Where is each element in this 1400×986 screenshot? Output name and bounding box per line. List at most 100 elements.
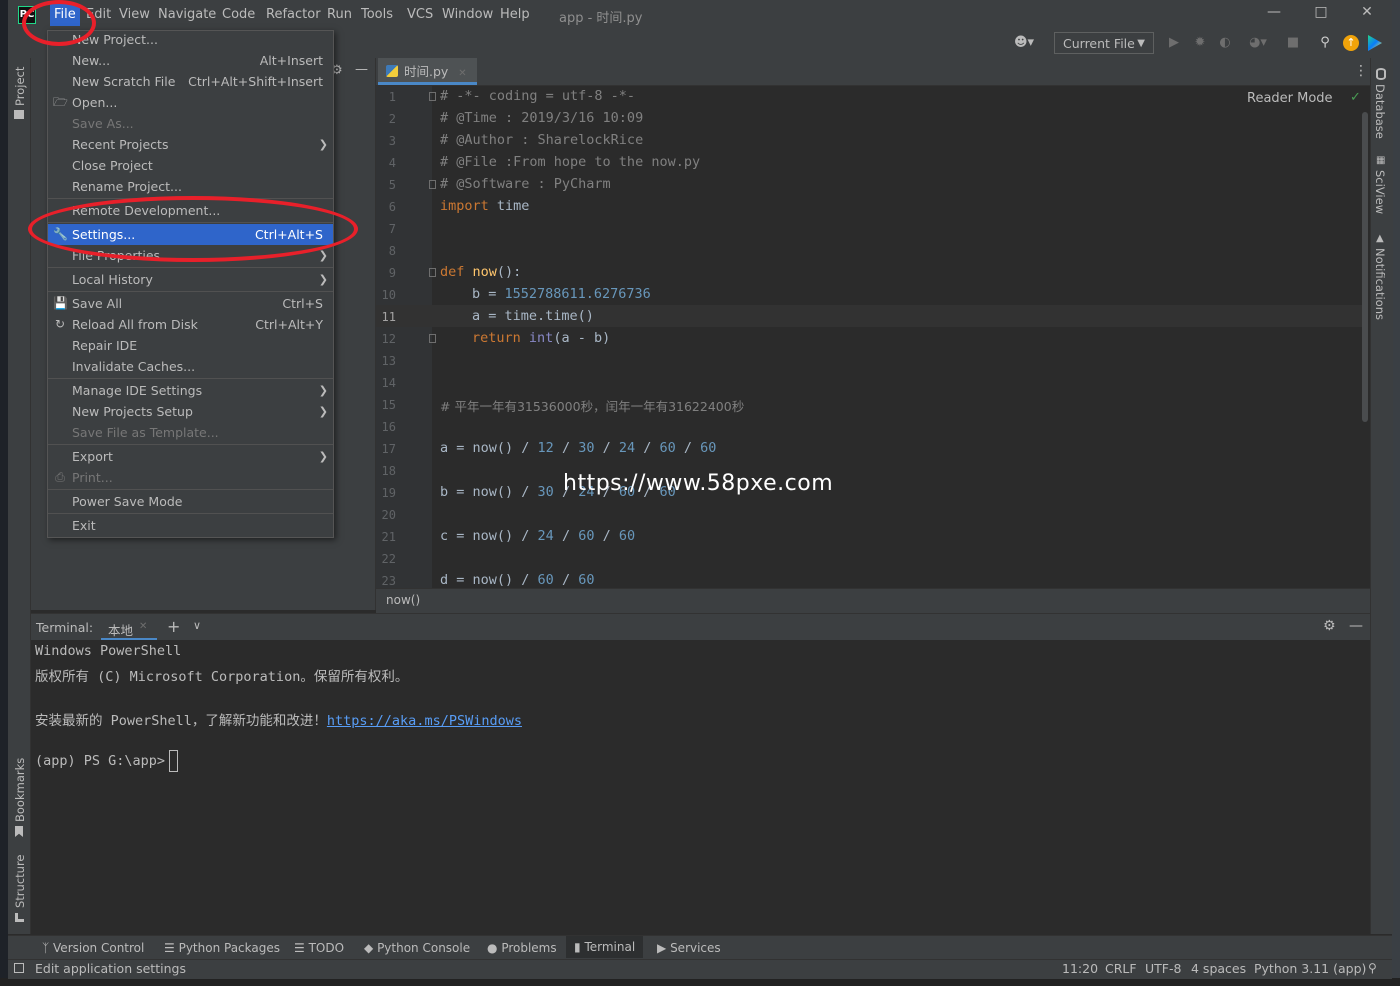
user-account-icon[interactable]: ☻▾ [1012,35,1036,51]
search-icon[interactable]: ⚲ [1317,35,1333,51]
notifications-tool-tab[interactable]: Notifications [1373,248,1387,320]
tab-terminal[interactable]: ▮ Terminal [566,936,644,958]
menu-refactor[interactable]: Refactor [266,7,321,22]
powershell-link[interactable]: https://aka.ms/PSWindows [327,713,522,729]
database-tool-tab[interactable]: Database [1373,84,1387,139]
line-number: 12 [381,332,396,346]
terminal-tab-local[interactable]: 本地 ✕ [101,614,157,641]
menu-window[interactable]: Window [442,7,493,22]
menu-local-history[interactable]: Local History ❯ [48,269,333,290]
close-icon[interactable]: ✕ [1356,4,1378,24]
breadcrumb-bar [376,588,1370,613]
line-number: 21 [381,530,396,544]
breadcrumb[interactable]: now() [386,593,420,607]
line-number: 10 [381,288,396,302]
maximize-icon[interactable]: □ [1310,4,1332,24]
minimize-icon[interactable]: — [1263,4,1285,24]
tab-close-icon[interactable]: ✕ [458,68,466,79]
line-number: 16 [381,420,396,434]
reload-icon: ↻ [54,317,66,331]
menu-manage-ide-settings[interactable]: Manage IDE Settings ❯ [48,380,333,401]
fold-marker-icon[interactable] [429,334,436,343]
menu-save-all[interactable]: 💾 Save All Ctrl+S [48,293,333,314]
terminal-tab-label: 本地 [108,623,134,638]
menu-power-save-mode[interactable]: Power Save Mode [48,491,333,512]
code-line-2: # @Time : 2019/3/16 10:09 [440,110,644,126]
run-configuration-dropdown[interactable]: Current File ▼ [1054,32,1154,54]
status-square-icon[interactable] [14,963,24,973]
python-icon: ◆ [364,941,374,955]
fold-marker-icon[interactable] [429,268,436,277]
new-terminal-icon[interactable]: + [167,617,180,636]
fold-marker-icon[interactable] [429,92,436,101]
menu-save-file-as-template[interactable]: Save File as Template... [48,422,333,443]
structure-tool-tab[interactable]: Structure [13,855,27,909]
menu-help[interactable]: Help [500,7,530,22]
menu-print[interactable]: ⎙ Print... [48,467,333,488]
menu-navigate[interactable]: Navigate [158,7,216,22]
services-icon: ▶ [657,941,667,955]
menu-vcs[interactable]: VCS [407,7,433,22]
reader-mode-toggle[interactable]: Reader Mode [1247,91,1333,106]
line-number: 20 [381,508,396,522]
status-interpreter[interactable]: Python 3.11 (app) [1254,961,1366,976]
line-number: 13 [381,354,396,368]
menu-reload-all[interactable]: ↻ Reload All from Disk Ctrl+Alt+Y [48,314,333,335]
list-icon: ☰ [294,941,305,955]
terminal-gear-icon[interactable]: ⚙ [1323,618,1336,634]
stop-icon[interactable]: ■ [1285,35,1301,51]
debug-icon[interactable]: ✹ [1192,35,1208,51]
code-line-23: d = now() / 60 / 60 [440,572,595,588]
editor-scrollbar[interactable] [1362,112,1368,422]
menu-new[interactable]: New... Alt+Insert [48,50,333,71]
menu-new-scratch-file[interactable]: New Scratch File Ctrl+Alt+Shift+Insert [48,71,333,92]
menu-invalidate-caches[interactable]: Invalidate Caches... [48,356,333,377]
status-line-separator[interactable]: CRLF [1105,961,1137,976]
menu-close-project[interactable]: Close Project [48,155,333,176]
branch-icon: ᛉ [42,941,50,955]
tab-services[interactable]: ▶ Services [657,941,721,955]
menu-save-as[interactable]: Save As... [48,113,333,134]
code-line-4: # @File :From hope to the now.py [440,154,701,170]
status-bar [8,959,1392,979]
line-number: 4 [388,156,396,170]
terminal-hide-icon[interactable]: — [1349,618,1363,634]
tab-todo[interactable]: ☰ TODO [294,941,344,955]
menu-tools[interactable]: Tools [361,7,393,22]
line-number: 9 [388,266,396,280]
run-icon[interactable]: ▶ [1166,35,1182,51]
status-caret-position[interactable]: 11:20 [1062,961,1098,976]
python-file-icon [386,65,398,77]
tab-python-packages[interactable]: ☰ Python Packages [164,941,280,955]
update-icon[interactable]: ↑ [1343,35,1359,51]
menu-run[interactable]: Run [327,7,352,22]
terminal-cursor [169,750,178,772]
menu-open[interactable]: 🗁 Open... [48,92,333,113]
menu-new-projects-setup[interactable]: New Projects Setup ❯ [48,401,333,422]
terminal-tab-close-icon[interactable]: ✕ [139,621,147,632]
tab-problems[interactable]: ● Problems [487,941,557,955]
lock-icon[interactable]: ⚲ [1368,961,1377,975]
fold-marker-icon[interactable] [429,180,436,189]
terminal-dropdown-icon[interactable]: ∨ [193,619,201,632]
editor-menu-icon[interactable]: ⋮ [1354,63,1368,79]
project-hide-icon[interactable]: — [355,62,368,77]
sciview-tool-tab[interactable]: SciView [1373,170,1387,214]
menu-repair-ide[interactable]: Repair IDE [48,335,333,356]
menu-view[interactable]: View [119,7,150,22]
status-indent[interactable]: 4 spaces [1191,961,1246,976]
terminal-line: 版权所有 (C) Microsoft Corporation。保留所有权利。 [35,669,409,685]
menu-code[interactable]: Code [222,7,255,22]
tab-version-control[interactable]: ᛉ Version Control [42,941,144,955]
status-encoding[interactable]: UTF-8 [1145,961,1181,976]
menu-rename-project[interactable]: Rename Project... [48,176,333,197]
menu-exit[interactable]: Exit [48,515,333,536]
profile-icon[interactable]: ◕▾ [1244,35,1272,51]
project-tool-tab[interactable]: Project [13,67,27,106]
tab-python-console[interactable]: ◆ Python Console [364,941,470,955]
editor-tab-file[interactable]: 时间.py ✕ [378,58,477,85]
bookmarks-tool-tab[interactable]: Bookmarks [13,758,27,822]
menu-recent-projects[interactable]: Recent Projects ❯ [48,134,333,155]
menu-export[interactable]: Export ❯ [48,446,333,467]
coverage-icon[interactable]: ◐ [1217,35,1233,51]
